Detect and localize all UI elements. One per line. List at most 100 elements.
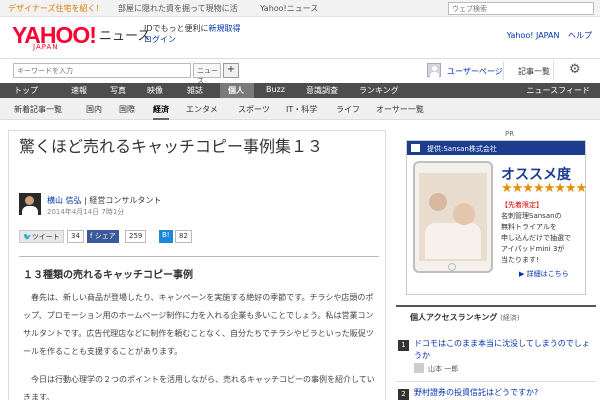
help-link[interactable]: ヘルプ (568, 31, 592, 40)
ad-line: 無料トライアルを (501, 223, 557, 231)
ranking-number: 1 (398, 340, 409, 351)
register-link[interactable]: 新規取得 (209, 24, 241, 33)
sponsor-icon (411, 144, 420, 152)
yahoo-japan-link[interactable]: Yahoo! JAPAN (507, 31, 560, 40)
ad-header: 提供:Sansan株式会社 (407, 141, 585, 155)
hatena-count: 82 (175, 230, 192, 243)
keyword-input[interactable] (14, 64, 190, 77)
article-title: 驚くほど売れるキャッチコピー事例集１３ (19, 137, 324, 156)
ad-line: 【先着限定】 (501, 201, 543, 209)
author-avatar-shirt (22, 206, 38, 215)
avatar-body (430, 72, 439, 77)
subnav-item-entertainment[interactable]: エンタメ (186, 104, 218, 115)
promo-link-right[interactable]: Yahoo!ニュース (260, 3, 318, 14)
tablet-home-button (448, 263, 456, 271)
main-nav: トップ 速報 写真 映像 雑誌 個人 Buzz 意識調査 ランキング ニュースフ… (0, 83, 600, 98)
nav-item-personal[interactable]: 個人 (228, 85, 244, 96)
facebook-count: 259 (125, 230, 147, 243)
keyword-box (13, 63, 191, 78)
ranking-subtitle: (経済) (500, 314, 520, 322)
article-date: 2014年4月14日 7時1分 (47, 208, 125, 216)
article-body: 春先は、新しい商品が登場したり、キャンペーンを実施する絶好の季節です。チラシや店… (23, 289, 375, 400)
article-divider (19, 256, 379, 257)
article-paragraph: 今日は行動心理学の２つのポイントを活用しながら、売れるキャッチコピーの事例を紹介… (23, 375, 375, 400)
ad-line: 当たります! (501, 256, 539, 264)
ranking-item-link[interactable]: 野村證券の投資信託はどうですか? (414, 387, 590, 399)
gear-icon[interactable]: ⚙ (569, 62, 583, 78)
tweet-label: ツイート (31, 233, 60, 241)
star-rating-icon: ★★★★★★★★ (501, 181, 587, 196)
subnav-item-economy[interactable]: 経済 (153, 104, 169, 120)
login-promo-text: IDでもっと便利に (144, 24, 209, 33)
hatena-bookmark-button[interactable]: B! (159, 230, 173, 243)
divider (503, 61, 504, 80)
tweet-count: 34 (67, 230, 84, 243)
subnav-item-sports[interactable]: スポーツ (238, 104, 270, 115)
tablet-photo-face (453, 203, 475, 225)
promo-link-middle[interactable]: 部屋に隠れた資を掘って現物に活 (118, 3, 238, 14)
sub-nav: 新着記事一覧 国内 国際 経済 エンタメ スポーツ IT・科学 ライフ オーサー… (0, 98, 600, 120)
article: 驚くほど売れるキャッチコピー事例集１３ 横山 信弘 | 経営コンサルタント 20… (8, 130, 386, 400)
nav-item-magazine[interactable]: 雑誌 (187, 85, 203, 96)
subnav-item-authors[interactable]: オーサー一覧 (376, 104, 424, 115)
ad-line: アイパッドmini 3が (501, 245, 565, 253)
sidebar-ad[interactable]: 提供:Sansan株式会社 オススメ度 ★★★★★★★★ 【先着限定】 名刺管理… (406, 140, 587, 295)
ranking-author-avatar (414, 363, 424, 373)
author-avatar[interactable] (19, 193, 41, 215)
article-paragraph: 春先は、新しい商品が登場したり、キャンペーンを実施する絶好の季節です。チラシや店… (23, 293, 374, 356)
ad-detail-link[interactable]: ▶ 詳細はこちら (519, 269, 569, 279)
facebook-share-button[interactable]: f シェア (87, 230, 119, 243)
news-label[interactable]: ニュース (99, 25, 150, 44)
subnav-item-it-science[interactable]: IT・科学 (286, 104, 317, 115)
subnav-item-life[interactable]: ライフ (336, 104, 360, 115)
ranking-item-link[interactable]: ドコモはこのまま本当に沈没してしまうのでしょうか (414, 338, 590, 362)
subnav-item-world[interactable]: 国際 (119, 104, 135, 115)
ad-line: 申し込んだけで抽選で (501, 234, 571, 242)
user-avatar-icon[interactable] (427, 63, 441, 77)
user-page-link[interactable]: ユーザーページ (447, 66, 503, 77)
divider (553, 61, 554, 80)
nav-item-video[interactable]: 映像 (147, 85, 163, 96)
ranking-number: 2 (398, 389, 409, 400)
author-name[interactable]: 横山 信弘 (47, 196, 82, 205)
web-search-box (448, 2, 594, 15)
ranking-divider (396, 381, 596, 382)
web-search-input[interactable] (449, 3, 593, 14)
add-button[interactable]: + (223, 63, 239, 78)
author-avatar-head (25, 196, 34, 205)
avatar-head (432, 66, 437, 71)
ranking-author[interactable]: 山本 一郎 (428, 364, 458, 374)
header-links: Yahoo! JAPAN ヘルプ (501, 30, 592, 41)
search-scope-select[interactable]: ニュース (193, 63, 221, 85)
subnav-item-domestic[interactable]: 国内 (86, 104, 102, 115)
nav-item-buzz[interactable]: Buzz (266, 85, 285, 94)
ad-text: 【先着限定】 名刺管理Sansanの 無料トライアルを 申し込んだけで抽選で ア… (501, 200, 583, 266)
tablet-image (413, 161, 493, 273)
tablet-photo-shirt (425, 223, 481, 259)
pr-label: PR (505, 130, 515, 138)
nav-item-top[interactable]: トップ (14, 85, 38, 96)
promo-bar: デザイナーズ住宅を紹く！ 部屋に隠れた資を掘って現物に活 Yahoo!ニュース (0, 0, 600, 17)
nav-item-ranking[interactable]: ランキング (359, 85, 399, 96)
login-link[interactable]: ログイン (144, 35, 176, 44)
login-promo: IDでもっと便利に新規取得 ログイン (144, 23, 241, 45)
nav-item-survey[interactable]: 意識調査 (306, 85, 338, 96)
search-row: ニュース + ユーザーページ 記事一覧 ⚙ (0, 58, 600, 85)
ranking-heading: 個人アクセスランキング (経済) (396, 305, 596, 326)
facebook-share-label: シェア (94, 232, 116, 240)
yahoo-logo-sub: JAPAN (33, 43, 59, 51)
article-subheading: １３種類の売れるキャッチコピー事例 (23, 270, 193, 281)
nav-item-photo[interactable]: 写真 (110, 85, 126, 96)
tablet-screen (419, 173, 487, 261)
author-role: 経営コンサルタント (89, 196, 162, 205)
nav-item-breaking[interactable]: 速報 (71, 85, 87, 96)
article-list-link[interactable]: 記事一覧 (518, 66, 550, 77)
subnav-item-new[interactable]: 新着記事一覧 (14, 104, 62, 115)
promo-link-left[interactable]: デザイナーズ住宅を紹く！ (8, 3, 103, 14)
news-feed-link[interactable]: ニュースフィード (527, 85, 590, 96)
ad-sponsor: 提供:Sansan株式会社 (427, 145, 497, 153)
ranking-title: 個人アクセスランキング (410, 313, 498, 322)
tweet-button[interactable]: 🐦ツイート (19, 230, 64, 243)
author-line: 横山 信弘 | 経営コンサルタント (47, 195, 161, 206)
twitter-icon: 🐦 (23, 233, 32, 241)
